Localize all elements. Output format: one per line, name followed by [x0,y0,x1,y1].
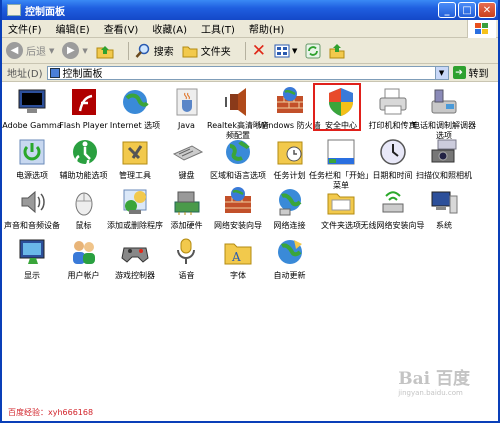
control-panel-item-label: 自动更新 [273,271,306,280]
speaker-icon [222,86,254,118]
address-input[interactable]: 控制面板 ▼ [46,65,449,80]
menu-view[interactable]: 查看(V) [104,21,139,36]
forward-button[interactable]: ▶ ▼ [62,42,88,59]
delete-button[interactable]: ✕ [251,40,267,61]
menu-tools[interactable]: 工具(T) [201,21,235,36]
views-icon [274,44,290,57]
minimize-button[interactable]: _ [438,2,456,18]
folders-button[interactable]: 文件夹 [182,43,231,58]
folders-label: 文件夹 [200,47,231,58]
control-panel-item[interactable]: 系统 [412,186,476,231]
forward-arrow-icon: ▶ [62,42,80,59]
keyboard-icon [171,136,203,168]
display-icon [16,236,48,268]
add-hardware-icon [171,186,203,218]
go-label: 转到 [468,69,489,80]
toolbar: ◀ 后退 ▼ ▶ ▼ 搜索 文件夹 ✕ ▼ [2,38,498,64]
control-panel-item[interactable]: 扫描仪和照相机 [412,136,476,181]
camera-icon [428,136,460,168]
search-label: 搜索 [153,47,174,58]
speech-icon [171,236,203,268]
menu-bar: 文件(F) 编辑(E) 查看(V) 收藏(A) 工具(T) 帮助(H) [2,20,498,38]
delete-icon: ✕ [251,40,267,61]
refresh-button[interactable] [305,43,321,59]
up-folder-icon [96,45,114,58]
add-remove-icon [119,186,151,218]
control-panel-item[interactable]: 自动更新 [258,236,322,281]
address-dropdown-icon[interactable]: ▼ [434,66,448,79]
search-icon [135,43,150,58]
admin-tools-icon [119,136,151,168]
java-icon [171,86,203,118]
views-dropdown-icon: ▼ [292,46,298,55]
window-title: 控制面板 [25,6,65,18]
menu-favorites[interactable]: 收藏(A) [152,21,187,36]
back-label: 后退 [26,47,46,58]
folder-icon [182,46,198,57]
baidu-logo: Bai 百度 jingyan.baidu.com [398,364,470,397]
back-dropdown-icon: ▼ [49,46,55,55]
control-panel-window: 控制面板 _ □ ✕ 文件(F) 编辑(E) 查看(V) 收藏(A) 工具(T)… [0,0,500,423]
gamepad-icon [119,236,151,268]
back-button[interactable]: ◀ 后退 ▼ [6,42,54,59]
folder-icon [325,186,357,218]
region-icon [222,136,254,168]
menu-file[interactable]: 文件(F) [8,21,42,36]
folder-up-button[interactable] [329,43,345,59]
mouse-icon [68,186,100,218]
globe-icon [119,86,151,118]
up-folder-button[interactable] [96,43,114,59]
power-icon [16,136,48,168]
network-wizard-icon [222,186,254,218]
maximize-icon: □ [462,4,472,16]
firewall-icon [274,86,306,118]
system-icon [428,186,460,218]
update-icon [274,236,306,268]
search-button[interactable]: 搜索 [135,43,174,59]
control-panel-item-label: 系统 [436,221,452,230]
svg-text:A: A [231,250,241,264]
scheduled-tasks-icon [274,136,306,168]
control-panel-icon [7,4,21,16]
close-icon: ✕ [482,4,492,16]
address-bar: 地址(D) 控制面板 ▼ ➔ 转到 [2,64,498,82]
toolbar-separator [244,41,246,60]
baidu-logo-sub: jingyan.baidu.com [398,389,463,397]
control-panel-item-label: 扫描仪和照相机 [416,171,472,180]
go-arrow-icon: ➔ [452,66,466,79]
windows-logo-icon [467,20,496,38]
maximize-button[interactable]: □ [458,2,476,18]
phone-icon [428,86,460,118]
sound-icon [16,186,48,218]
refresh-icon [305,43,321,58]
views-button[interactable]: ▼ [274,44,297,58]
close-button[interactable]: ✕ [478,2,496,18]
monitor-icon [16,86,48,118]
control-panel-item[interactable]: 电话和调制解调器选项 [412,86,476,141]
menu-help[interactable]: 帮助(H) [249,21,284,36]
watermark-text: 百度经验：xyh666168 [8,408,94,417]
flash-icon [68,86,100,118]
control-panel-small-icon [49,67,60,78]
network-icon [274,186,306,218]
taskbar-icon [325,136,357,168]
clock-icon [377,136,409,168]
title-bar[interactable]: 控制面板 _ □ ✕ [2,0,498,20]
folder-up-icon [329,43,345,58]
fonts-icon: A [222,236,254,268]
accessibility-icon [68,136,100,169]
menu-edit[interactable]: 编辑(E) [56,21,90,36]
toolbar-separator [127,41,129,60]
forward-dropdown-icon: ▼ [82,46,88,55]
minimize-icon: _ [444,4,450,16]
go-button[interactable]: ➔ 转到 [452,65,489,80]
printer-icon [377,86,409,118]
wireless-icon [377,186,409,218]
address-label: 地址(D) [7,69,43,80]
selection-highlight [313,83,361,131]
back-arrow-icon: ◀ [6,42,23,59]
address-value: 控制面板 [62,69,103,80]
users-icon [68,236,100,268]
baidu-logo-text: Bai 百度 [398,369,470,389]
